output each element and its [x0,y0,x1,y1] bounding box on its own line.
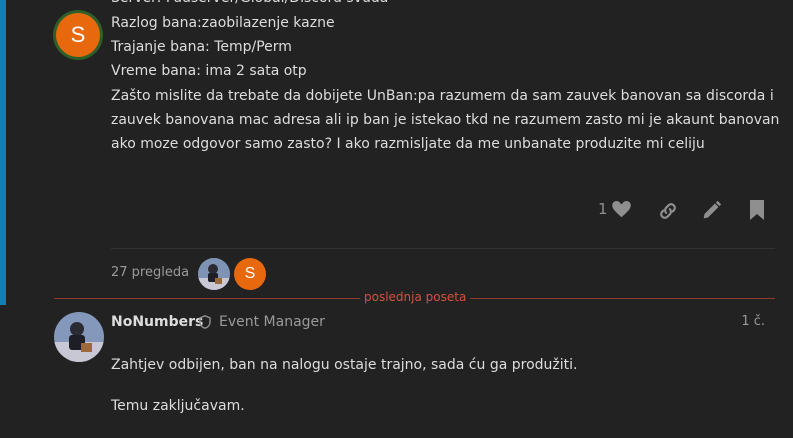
post-line: Vreme bana: ima 2 sata otp [111,63,307,79]
reply-user-title: Event Manager [219,314,325,330]
post-divider [111,248,775,249]
post-author-avatar[interactable]: S [53,10,103,60]
reply-paragraph: Temu zaključavam. [111,398,245,414]
post-line: Razlog bana:zaobilazenje kazne [111,15,335,31]
timeline-indicator [0,0,6,305]
post-line: Server: Fudserver/Global/Discord svuda [111,0,388,10]
topic-page: S Server: Fudserver/Global/Discord svuda… [0,0,793,438]
pencil-icon [703,200,722,219]
reply-paragraph: Zahtjev odbijen, ban na nalogu ostaje tr… [111,357,578,373]
user-photo-icon [198,258,230,290]
shield-icon [199,315,211,329]
participant-avatar-nonumbers[interactable] [198,258,230,290]
bookmark-button[interactable] [749,200,765,220]
like-count: 1 [598,200,608,218]
user-photo-icon [54,312,104,362]
post-line: Trajanje bana: Temp/Perm [111,39,292,55]
link-icon [660,203,676,219]
heart-icon [611,200,631,217]
like-button[interactable]: 1 [598,200,631,218]
participant-avatar-s[interactable]: S [234,258,266,290]
views-count: 27 pregleda [111,265,190,280]
post-line: Zašto mislite da trebate da dobijete UnB… [111,88,774,104]
reply-date[interactable]: 1 č. [741,314,765,329]
reply-username[interactable]: NoNumbers [111,314,203,330]
last-visit-label: poslednja poseta [360,290,471,304]
reply-author-avatar[interactable] [54,312,104,362]
post-line: ako moze odgovor samo zasto? I ako razmi… [111,136,705,152]
avatar-letter: S [56,13,100,57]
bookmark-icon [750,200,764,220]
post-line: zauvek banovana mac adresa ali ip ban je… [111,112,780,128]
copy-link-button[interactable] [657,200,679,222]
edit-post-button[interactable] [701,200,722,221]
